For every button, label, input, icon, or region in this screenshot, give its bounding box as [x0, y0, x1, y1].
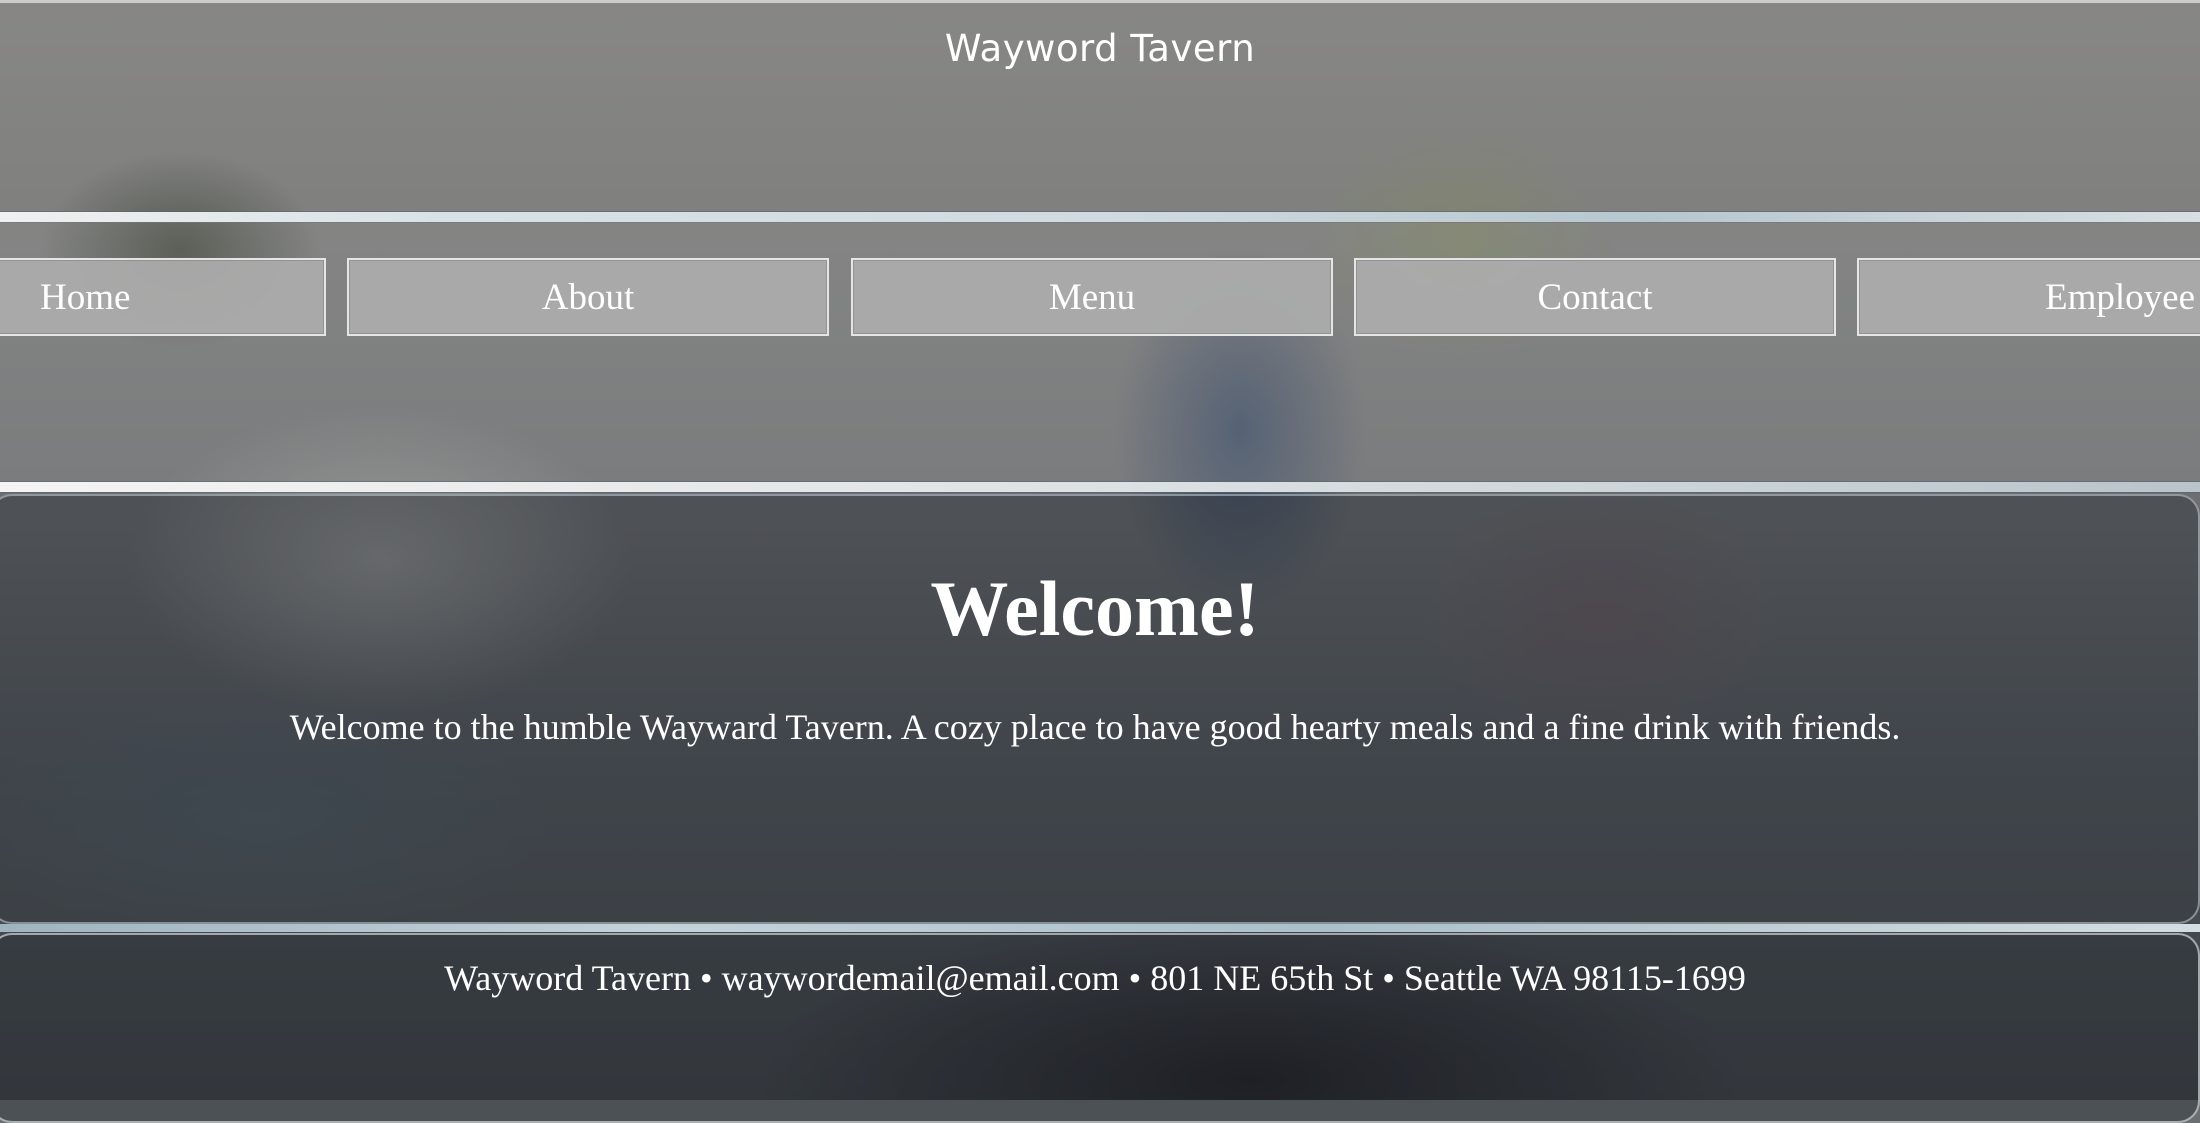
site-footer: Wayword Tavern • waywordemail@email.com …	[0, 933, 2200, 1123]
nav-home-button[interactable]: Home	[0, 258, 326, 336]
site-title: Wayword Tavern	[944, 27, 1256, 70]
nav-menu-button[interactable]: Menu	[851, 258, 1333, 336]
panel-divider	[0, 924, 2200, 932]
welcome-heading: Welcome!	[930, 565, 1260, 652]
welcome-text: Welcome to the humble Wayward Tavern. A …	[289, 707, 1901, 747]
header-divider	[0, 212, 2200, 222]
site-header: Wayword Tavern	[0, 0, 2200, 212]
welcome-panel: Welcome! Welcome to the humble Wayward T…	[0, 494, 2200, 924]
nav-divider	[0, 482, 2200, 492]
footer-contact-info: Wayword Tavern • waywordemail@email.com …	[444, 958, 1746, 998]
nav-about-button[interactable]: About	[347, 258, 829, 336]
nav-employee-button[interactable]: Employee	[1857, 258, 2200, 336]
nav-contact-button[interactable]: Contact	[1354, 258, 1836, 336]
